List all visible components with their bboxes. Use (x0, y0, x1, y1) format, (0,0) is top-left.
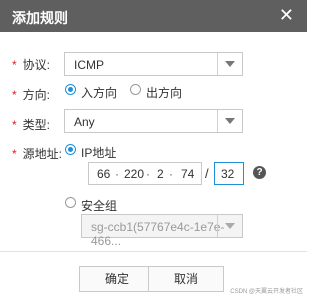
ip-octet-3[interactable]: 2 (157, 167, 164, 181)
type-label: * 类型: (12, 118, 51, 132)
ip-separator: · (169, 167, 173, 181)
security-group-select[interactable]: sg-ccb1(57767e4c-1e7e-466... (81, 214, 243, 248)
confirm-button[interactable]: 确定 (79, 266, 155, 292)
chevron-down-icon (217, 53, 242, 75)
radio-security-group-label[interactable]: 安全组 (81, 197, 117, 214)
ip-octet-2[interactable]: 220 (124, 167, 144, 181)
subnet-mask-value: 32 (221, 167, 235, 181)
radio-ip-address[interactable] (65, 144, 76, 155)
direction-label: * 方向: (12, 88, 51, 102)
mask-separator: / (205, 166, 209, 181)
ip-octet-4[interactable]: 74 (181, 167, 194, 181)
radio-outbound[interactable] (130, 84, 141, 95)
radio-inbound[interactable] (65, 84, 76, 95)
radio-security-group[interactable] (65, 197, 76, 208)
cancel-button[interactable]: 取消 (148, 266, 224, 292)
close-icon[interactable]: ✕ (279, 5, 294, 25)
protocol-label: * 协议: (12, 58, 51, 72)
required-marker: * (12, 88, 17, 102)
protocol-select[interactable]: ICMP (64, 52, 243, 76)
source-label: * 源地址: (12, 147, 63, 161)
required-marker: * (12, 147, 17, 161)
dialog-title-bar: 添加规则 ✕ (0, 0, 307, 32)
footer-divider (0, 251, 307, 252)
required-marker: * (12, 58, 17, 72)
ip-separator: · (146, 167, 150, 181)
ip-octet-1[interactable]: 66 (97, 167, 110, 181)
type-value: Any (74, 115, 95, 129)
required-marker: * (12, 118, 17, 132)
protocol-value: ICMP (74, 58, 104, 72)
radio-ip-address-label[interactable]: IP地址 (81, 144, 116, 161)
subnet-mask-input[interactable]: 32 (214, 162, 244, 185)
chevron-down-icon (217, 110, 242, 132)
type-select[interactable]: Any (64, 109, 243, 133)
ip-address-input[interactable]: 66 · 220 · 2 · 74 (88, 162, 202, 185)
ip-separator: · (115, 167, 119, 181)
radio-outbound-label[interactable]: 出方向 (146, 84, 182, 101)
watermark: CSDN @天翼云开发者社区 (230, 289, 303, 295)
help-icon[interactable]: ? (253, 166, 266, 179)
chevron-down-icon (217, 215, 242, 237)
radio-inbound-label[interactable]: 入方向 (81, 84, 117, 101)
dialog-title: 添加规则 (12, 10, 68, 26)
